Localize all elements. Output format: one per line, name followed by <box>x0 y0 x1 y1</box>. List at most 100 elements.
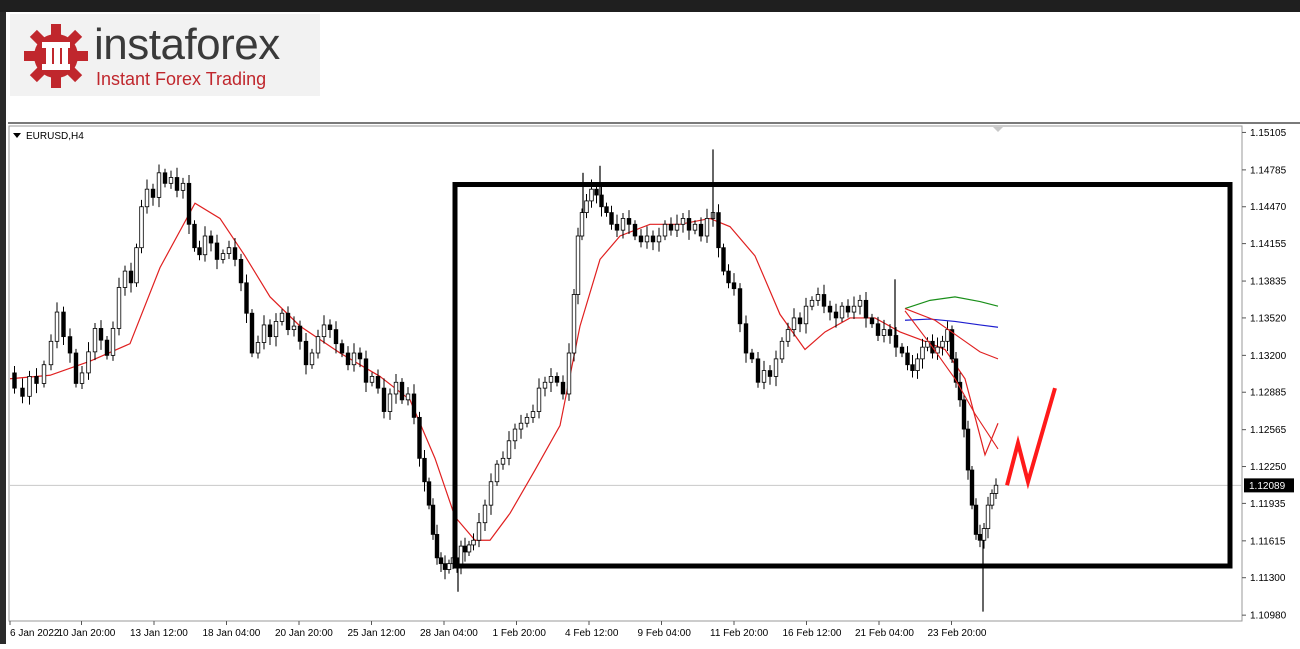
candle-bull <box>542 381 548 389</box>
candle-bull <box>279 312 285 322</box>
candle-bear <box>977 534 983 541</box>
candle-bull <box>674 223 680 231</box>
candle-bull <box>506 440 512 459</box>
y-tick-label: 1.12565 <box>1250 425 1287 436</box>
brand-logo: instaforex Instant Forex Trading <box>10 14 320 96</box>
y-tick-label: 1.14470 <box>1250 202 1287 213</box>
candle-bear <box>698 223 704 237</box>
candle-bull <box>571 294 577 354</box>
candle-bear <box>34 376 39 384</box>
candle-bull <box>405 393 411 401</box>
candle-bear <box>12 372 17 389</box>
current-price-label: 1.12089 <box>1249 481 1286 492</box>
candle-bull <box>579 212 585 237</box>
candle-bull <box>220 253 226 260</box>
candle-bear <box>905 352 910 366</box>
x-tick-label: 4 Feb 12:00 <box>565 628 619 639</box>
candle-bull <box>291 325 297 331</box>
candle-bull <box>79 372 85 384</box>
price-chart[interactable]: EURUSD,H4 1.15105 1.14785 1.14470 1.14155 1.… <box>8 122 1300 644</box>
candle-bear <box>554 376 560 383</box>
candle-bear <box>297 325 303 342</box>
candle-bull <box>993 484 999 494</box>
candle-bear <box>721 247 726 272</box>
candle-bear <box>417 416 422 459</box>
candle-bear <box>174 177 180 191</box>
y-tick-label: 1.12885 <box>1250 388 1287 399</box>
candle-bull <box>915 358 920 371</box>
x-tick-label: 11 Feb 20:00 <box>710 628 769 639</box>
x-tick-label: 9 Feb 04:00 <box>638 628 692 639</box>
candle-bear <box>893 335 899 348</box>
x-tick-label: 18 Jan 04:00 <box>203 628 261 639</box>
candle-bull <box>530 411 536 418</box>
y-tick-label: 1.14785 <box>1250 165 1287 176</box>
plot-area <box>8 125 1243 622</box>
candle-bear <box>244 282 249 314</box>
x-tick-label: 28 Jan 04:00 <box>420 628 478 639</box>
candle-bear <box>339 343 345 354</box>
candle-bear <box>833 311 839 319</box>
candle-bear <box>594 188 599 196</box>
candle-bull <box>144 188 150 208</box>
candle-bear <box>731 282 737 290</box>
candle-bull <box>110 328 116 356</box>
candle-bear <box>827 305 833 313</box>
candle-bear <box>462 545 468 553</box>
candle-bull <box>315 336 321 354</box>
candle-bear <box>208 235 214 244</box>
y-tick-label: 1.13520 <box>1250 313 1287 324</box>
candle-bull <box>920 346 925 360</box>
candle-bear <box>650 235 656 243</box>
window-left-edge <box>0 12 6 644</box>
candle-bull <box>471 539 476 546</box>
candle-bull <box>466 544 472 553</box>
candle-bull <box>881 329 887 336</box>
candle-bear <box>430 504 436 535</box>
candle-bear <box>726 270 731 284</box>
brand-tagline: Instant Forex Trading <box>96 69 267 89</box>
x-tick-label: 25 Jan 12:00 <box>348 628 406 639</box>
candle-bear <box>357 352 363 360</box>
candle-bear <box>869 317 875 325</box>
y-tick-label: 1.12250 <box>1250 462 1287 473</box>
candle-bull <box>512 428 518 442</box>
candle-bear <box>333 329 339 345</box>
candle-bull <box>369 376 375 383</box>
candle-bull <box>803 305 809 325</box>
candle-bull <box>644 235 650 243</box>
candle-bear <box>599 194 604 208</box>
candle-bull <box>518 422 524 430</box>
candle-bull <box>773 358 779 377</box>
candle-bear <box>162 172 168 184</box>
candle-bull <box>500 457 506 465</box>
candle-bear <box>560 381 566 395</box>
candle-bull <box>180 182 186 191</box>
gear-logo-icon <box>24 24 88 88</box>
candle-bull <box>656 235 662 243</box>
candle-bear <box>632 223 638 237</box>
candle-bear <box>638 235 644 243</box>
candle-bull <box>589 188 594 202</box>
candle-bull <box>981 528 987 541</box>
candle-bear <box>73 352 79 384</box>
candle-bear <box>98 328 104 341</box>
candle-bull <box>393 381 399 395</box>
candle-bear <box>910 364 915 371</box>
candle-bull <box>575 235 581 295</box>
candle-bear <box>442 563 448 570</box>
chart-frame: EURUSD,H4 1.15105 1.14785 1.14470 1.14155 1.… <box>8 122 1300 644</box>
candle-bull <box>857 299 863 307</box>
candle-bull <box>321 324 327 338</box>
candle-bear <box>186 182 192 225</box>
candle-bull <box>524 416 530 424</box>
candle-bear <box>899 346 905 354</box>
candle-bear <box>422 457 427 483</box>
candle-bull <box>27 376 32 397</box>
candle-bear <box>973 504 979 535</box>
candle-bull <box>86 351 91 374</box>
candle-bear <box>961 399 967 430</box>
candle-bear <box>845 305 851 313</box>
y-tick-label: 1.15105 <box>1250 128 1287 139</box>
candle-bear <box>150 188 156 198</box>
